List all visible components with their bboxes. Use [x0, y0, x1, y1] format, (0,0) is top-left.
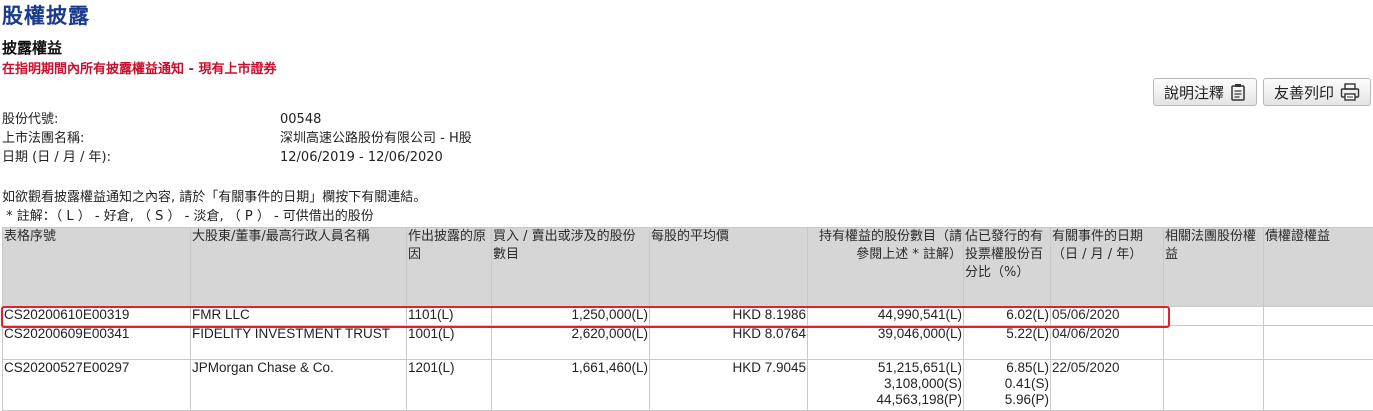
event-date-link[interactable]: 22/05/2020: [1052, 361, 1120, 376]
header-percent: 佔已發行的有投票權股份百分比（%）: [963, 227, 1051, 307]
header-name: 大股東/董事/最高行政人員名稱: [190, 227, 407, 307]
holdings-cell: 44,990,541(L): [807, 306, 964, 326]
table-row: CS20200527E00297 JPMorgan Chase & Co. 12…: [2, 359, 1373, 411]
holding-value: 39,046,000(L): [877, 326, 962, 342]
page-title: 股權披露: [2, 4, 90, 28]
event-date-link[interactable]: 04/06/2020: [1052, 327, 1120, 342]
event-date-cell: 04/06/2020: [1050, 325, 1164, 360]
table-header-row: 表格序號 大股東/董事/最高行政人員名稱 作出披露的原因 買入 / 賣出或涉及的…: [2, 227, 1373, 307]
reason-cell: 1001(L): [406, 325, 492, 360]
notes-icon: [1231, 84, 1245, 101]
stock-info: 股份代號: 00548 上市法團名稱: 深圳高速公路股份有限公司 - H股 日期…: [2, 110, 472, 167]
name-cell: JPMorgan Chase & Co.: [190, 359, 407, 411]
header-holdings: 持有權益的股份數目（請參閱上述 * 註解）: [807, 227, 964, 307]
percent-cell: 6.02(L): [963, 306, 1051, 326]
shares-traded-cell: 2,620,000(L): [491, 325, 650, 360]
table-row: CS20200610E00319 FMR LLC 1101(L) 1,250,0…: [2, 306, 1373, 326]
date-label: 日期 (日 / 月 / 年):: [2, 150, 111, 165]
debenture-interests-cell: [1263, 359, 1373, 411]
percent-value: 5.22(L): [1006, 326, 1049, 342]
holding-value-long: 51,215,651(L): [877, 360, 962, 376]
date-range-value: 12/06/2019 - 12/06/2020: [280, 150, 443, 165]
event-date-cell: 22/05/2020: [1050, 359, 1164, 411]
company-label: 上市法團名稱:: [2, 131, 85, 146]
header-associated-interests: 相關法團股份權益: [1163, 227, 1264, 307]
event-date-cell: 05/06/2020: [1050, 306, 1164, 326]
printer-icon: [1340, 83, 1360, 101]
event-date-link[interactable]: 05/06/2020: [1052, 308, 1120, 323]
stock-code-value: 00548: [280, 112, 322, 127]
holdings-cell: 51,215,651(L) 3,108,000(S) 44,563,198(P): [807, 359, 964, 411]
shares-traded-cell: 1,250,000(L): [491, 306, 650, 326]
holding-value-lending-pool: 44,563,198(P): [876, 392, 962, 407]
percent-cell: 6.85(L) 0.41(S) 5.96(P): [963, 359, 1051, 411]
associated-interests-cell: [1163, 325, 1264, 360]
explain-notes-label: 說明注釋: [1163, 83, 1224, 102]
avg-price-cell: HKD 8.1986: [649, 306, 808, 326]
percent-value-lending-pool: 5.96(P): [1004, 392, 1049, 407]
print-friendly-button[interactable]: 友善列印: [1262, 78, 1371, 106]
toolbar: 說明注釋 友善列印: [1152, 78, 1371, 106]
print-friendly-label: 友善列印: [1273, 83, 1334, 102]
percent-value-long: 6.85(L): [1006, 360, 1049, 376]
associated-interests-cell: [1163, 306, 1264, 326]
avg-price-cell: HKD 8.0764: [649, 325, 808, 360]
name-cell: FMR LLC: [190, 306, 407, 326]
form-no-cell: CS20200609E00341: [2, 325, 191, 360]
stock-code-label: 股份代號:: [2, 112, 59, 127]
explain-notes-button[interactable]: 說明注釋: [1152, 78, 1257, 106]
avg-price-cell: HKD 7.9045: [649, 359, 808, 411]
header-shares-traded: 買入 / 賣出或涉及的股份數目: [491, 227, 650, 307]
header-form-no: 表格序號: [2, 227, 191, 307]
company-value: 深圳高速公路股份有限公司 - H股: [280, 131, 472, 146]
reason-cell: 1201(L): [406, 359, 492, 411]
notes-legend: * 註解：（ L ） - 好倉, （ S ） - 淡倉, （ P ） - 可供借…: [2, 209, 374, 224]
holdings-cell: 39,046,000(L): [807, 325, 964, 360]
notes: 如欲觀看披露權益通知之內容, 請於「有關事件的日期」欄按下有關連結。 * 註解：…: [2, 188, 426, 226]
holding-value: 44,990,541(L): [877, 307, 962, 323]
reason-cell: 1101(L): [406, 306, 492, 326]
table-row: CS20200609E00341 FIDELITY INVESTMENT TRU…: [2, 325, 1373, 360]
name-cell: FIDELITY INVESTMENT TRUST: [190, 325, 407, 360]
form-no-cell: CS20200527E00297: [2, 359, 191, 411]
percent-value-short: 0.41(S): [1004, 376, 1049, 391]
holding-value-short: 3,108,000(S): [883, 376, 962, 391]
header-debenture-interests: 債權證權益: [1263, 227, 1373, 307]
header-avg-price: 每股的平均價: [649, 227, 808, 307]
percent-value: 6.02(L): [1006, 307, 1049, 323]
debenture-interests-cell: [1263, 306, 1373, 326]
debenture-interests-cell: [1263, 325, 1373, 360]
header-event-date: 有關事件的日期（日 / 月 / 年）: [1050, 227, 1164, 307]
notes-instruction: 如欲觀看披露權益通知之內容, 請於「有關事件的日期」欄按下有關連結。: [2, 190, 427, 205]
header-reason: 作出披露的原因: [406, 227, 492, 307]
form-no-cell: CS20200610E00319: [2, 306, 191, 326]
percent-cell: 5.22(L): [963, 325, 1051, 360]
section-title: 披露權益: [2, 39, 63, 57]
section-subtitle: 在指明期間內所有披露權益通知 - 現有上市證券: [2, 62, 277, 77]
associated-interests-cell: [1163, 359, 1264, 411]
shares-traded-cell: 1,661,460(L): [491, 359, 650, 411]
disclosure-table: 表格序號 大股東/董事/最高行政人員名稱 作出披露的原因 買入 / 賣出或涉及的…: [2, 227, 1373, 411]
